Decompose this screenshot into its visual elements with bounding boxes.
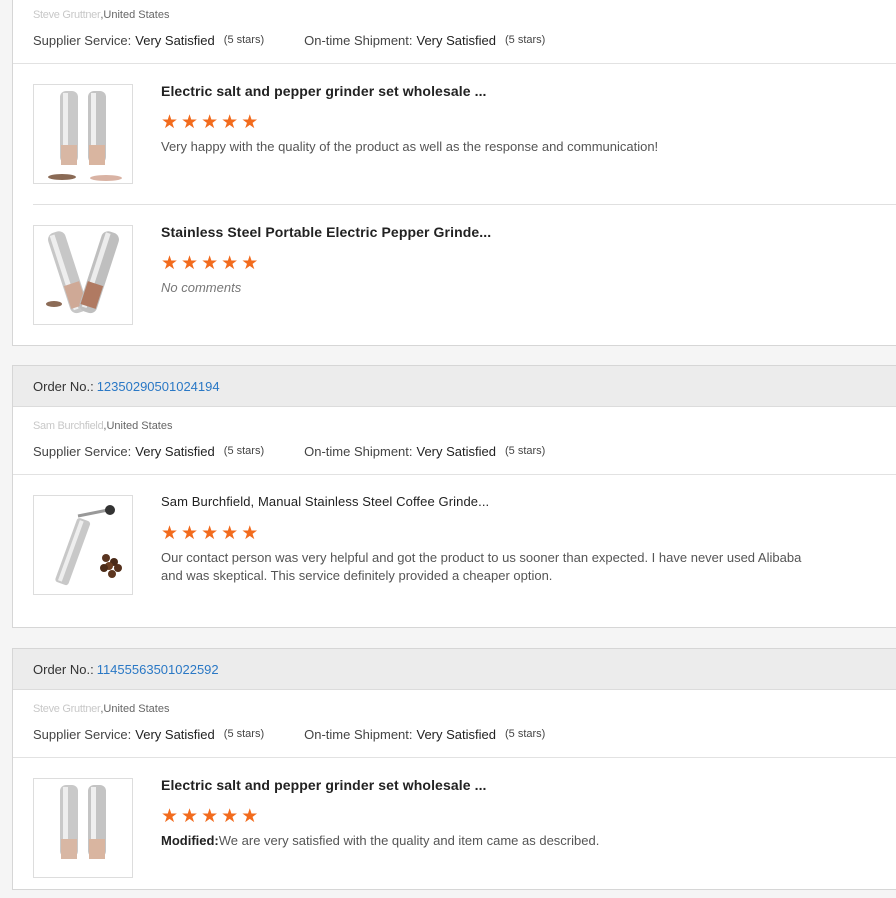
review-item: Sam Burchfield, Manual Stainless Steel C… — [13, 475, 896, 625]
product-title[interactable]: Electric salt and pepper grinder set who… — [161, 83, 487, 99]
supplier-service-stars: (5 stars) — [223, 728, 265, 740]
star-icon: ★ — [241, 253, 259, 274]
review-comment: Modified:We are very satisfied with the … — [161, 832, 821, 850]
rating-stars: ★ ★ ★ ★ ★ — [161, 113, 258, 132]
buyer-name: Steve Gruttner — [33, 703, 101, 715]
review-item: Electric salt and pepper grinder set who… — [13, 758, 896, 898]
star-icon: ★ — [221, 806, 239, 827]
ontime-shipment-stars: (5 stars) — [505, 728, 546, 740]
star-icon: ★ — [181, 523, 199, 544]
star-icon: ★ — [161, 253, 179, 274]
rating-stars: ★ ★ ★ ★ ★ — [161, 254, 258, 273]
ontime-shipment-value: Very Satisfied — [416, 726, 497, 742]
product-title[interactable]: Electric salt and pepper grinder set who… — [161, 777, 487, 793]
rating-stars: ★ ★ ★ ★ ★ — [161, 524, 258, 543]
star-icon: ★ — [201, 253, 219, 274]
supplier-service-value: Very Satisfied — [135, 32, 215, 48]
grinder-crossed-icon[interactable] — [33, 225, 133, 325]
ontime-shipment-stars: (5 stars) — [505, 34, 546, 46]
order-card: Order No.: 11455563501022592 Steve Grutt… — [12, 648, 896, 890]
review-item: Stainless Steel Portable Electric Pepper… — [13, 205, 896, 345]
grinder-pair-icon[interactable] — [33, 84, 133, 184]
star-icon: ★ — [241, 523, 259, 544]
star-icon: ★ — [161, 112, 179, 133]
ontime-shipment-label: On-time Shipment: — [304, 443, 413, 459]
star-icon: ★ — [161, 806, 179, 827]
review-item: Electric salt and pepper grinder set who… — [13, 64, 896, 204]
grinder-pair-icon[interactable] — [33, 778, 133, 878]
review-comment: No comments — [161, 280, 242, 295]
ontime-shipment-label: On-time Shipment: — [304, 32, 413, 48]
review-comment: Very happy with the quality of the produ… — [161, 139, 659, 154]
buyer-info: Steve Gruttner,United States — [13, 7, 896, 23]
order-ratings: Supplier Service: Very Satisfied (5 star… — [13, 29, 896, 51]
product-title[interactable]: Stainless Steel Portable Electric Pepper… — [161, 224, 491, 240]
buyer-name: Sam Burchfield — [33, 420, 104, 432]
star-icon: ★ — [241, 112, 259, 133]
order-number-label: Order No.: — [33, 661, 94, 677]
order-header: Order No.: 11455563501022592 — [13, 649, 896, 690]
supplier-service-stars: (5 stars) — [223, 445, 265, 457]
star-icon: ★ — [181, 806, 199, 827]
ontime-shipment-label: On-time Shipment: — [304, 726, 413, 742]
star-icon: ★ — [221, 112, 239, 133]
buyer-info: Steve Gruttner,United States — [13, 701, 896, 717]
buyer-country: ,United States — [100, 703, 170, 715]
order-header: Order No.: 12350290501024194 — [13, 366, 896, 407]
buyer-name: Steve Gruttner — [33, 9, 101, 21]
modified-label: Modified: — [161, 833, 219, 848]
ontime-shipment-value: Very Satisfied — [416, 443, 497, 459]
order-number-label: Order No.: — [33, 378, 94, 394]
supplier-service-label: Supplier Service: — [33, 726, 132, 742]
buyer-country: ,United States — [103, 420, 173, 432]
order-ratings: Supplier Service: Very Satisfied (5 star… — [13, 723, 896, 745]
supplier-service-value: Very Satisfied — [135, 726, 215, 742]
ontime-shipment-value: Very Satisfied — [416, 32, 497, 48]
product-title[interactable]: Sam Burchfield, Manual Stainless Steel C… — [161, 494, 489, 509]
review-comment: Our contact person was very helpful and … — [161, 550, 802, 583]
order-number-link[interactable]: 11455563501022592 — [97, 662, 219, 677]
order-card: Steve Gruttner,United States Supplier Se… — [12, 0, 896, 346]
ontime-shipment-stars: (5 stars) — [505, 445, 546, 457]
supplier-service-label: Supplier Service: — [33, 443, 132, 459]
star-icon: ★ — [201, 806, 219, 827]
supplier-service-stars: (5 stars) — [223, 34, 265, 46]
supplier-service-label: Supplier Service: — [33, 32, 132, 48]
buyer-info: Sam Burchfield,United States — [13, 418, 896, 434]
order-number-link[interactable]: 12350290501024194 — [97, 379, 220, 394]
order-ratings: Supplier Service: Very Satisfied (5 star… — [13, 440, 896, 462]
rating-stars: ★ ★ ★ ★ ★ — [161, 807, 258, 826]
star-icon: ★ — [241, 806, 259, 827]
star-icon: ★ — [201, 112, 219, 133]
star-icon: ★ — [161, 523, 179, 544]
order-card: Order No.: 12350290501024194 Sam Burchfi… — [12, 365, 896, 628]
star-icon: ★ — [221, 253, 239, 274]
coffee-grinder-icon[interactable] — [33, 495, 133, 595]
star-icon: ★ — [181, 253, 199, 274]
star-icon: ★ — [201, 523, 219, 544]
star-icon: ★ — [181, 112, 199, 133]
buyer-country: ,United States — [100, 9, 170, 21]
star-icon: ★ — [221, 523, 239, 544]
supplier-service-value: Very Satisfied — [135, 443, 215, 459]
modified-comment-text: We are very satisfied with the quality a… — [218, 833, 600, 848]
